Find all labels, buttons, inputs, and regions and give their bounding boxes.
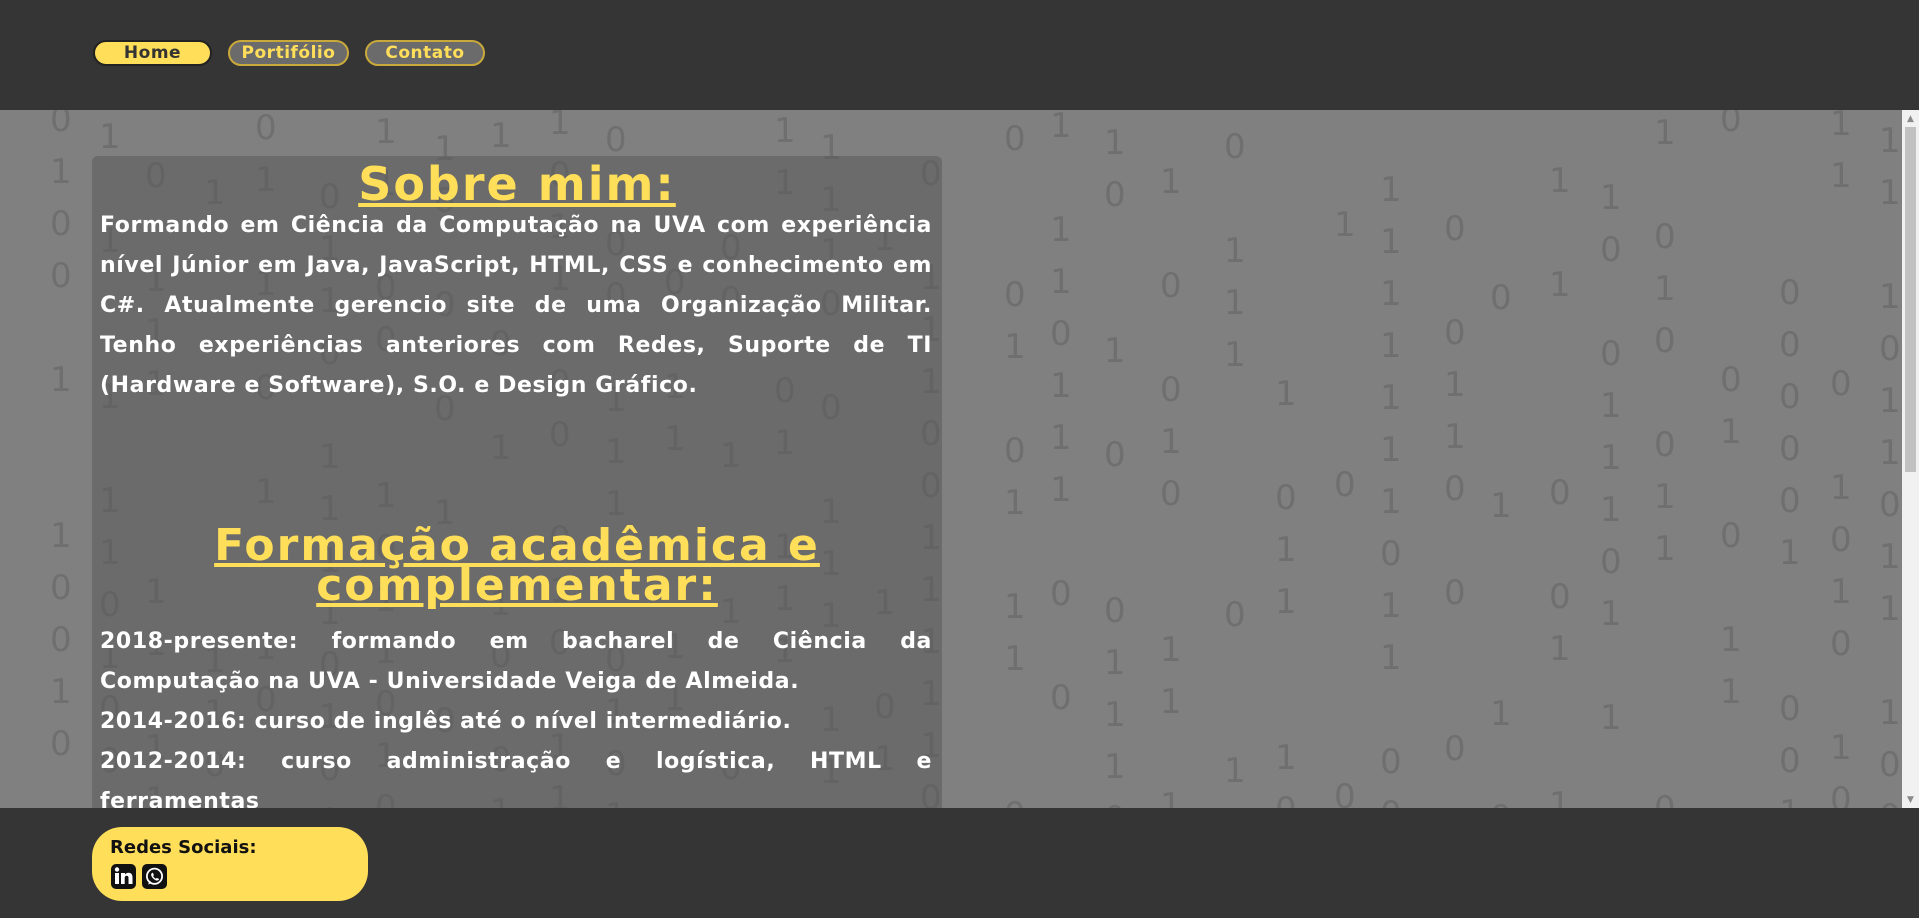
education-item: 2012-2014: curso administração e logísti… (100, 749, 932, 808)
whatsapp-icon[interactable] (141, 863, 168, 890)
scroll-down-arrow-icon[interactable]: ▼ (1902, 791, 1919, 808)
about-title: Sobre mim: (358, 157, 676, 211)
nav-contact-button[interactable]: Contato (365, 40, 485, 66)
scrollbar-thumb[interactable] (1905, 127, 1916, 472)
main-nav: Home Portifólio Contato (93, 40, 485, 66)
social-title: Redes Sociais: (110, 837, 257, 858)
education-list: 2018-presente: formando em bacharel de C… (100, 622, 932, 808)
social-icons (110, 863, 168, 890)
site-footer: Redes Sociais: (0, 808, 1919, 918)
about-text: Formando em Ciência da Computação na UVA… (100, 213, 932, 398)
education-title: Formação acadêmica e complementar: (214, 520, 820, 611)
education-item: 2014-2016: curso de inglês até o nível i… (100, 709, 792, 734)
nav-portfolio-button[interactable]: Portifólio (228, 40, 349, 66)
education-item: 2018-presente: formando em bacharel de C… (100, 629, 932, 694)
main-content: 0100110010111110100101111111111001101100… (0, 110, 1902, 808)
site-header: Home Portifólio Contato (0, 0, 1919, 110)
page-scrollbar[interactable]: ▲ ▼ (1902, 110, 1919, 808)
scroll-up-arrow-icon[interactable]: ▲ (1902, 110, 1919, 127)
social-links-card: Redes Sociais: (92, 827, 368, 901)
linkedin-icon[interactable] (110, 863, 137, 890)
nav-home-button[interactable]: Home (93, 40, 212, 66)
